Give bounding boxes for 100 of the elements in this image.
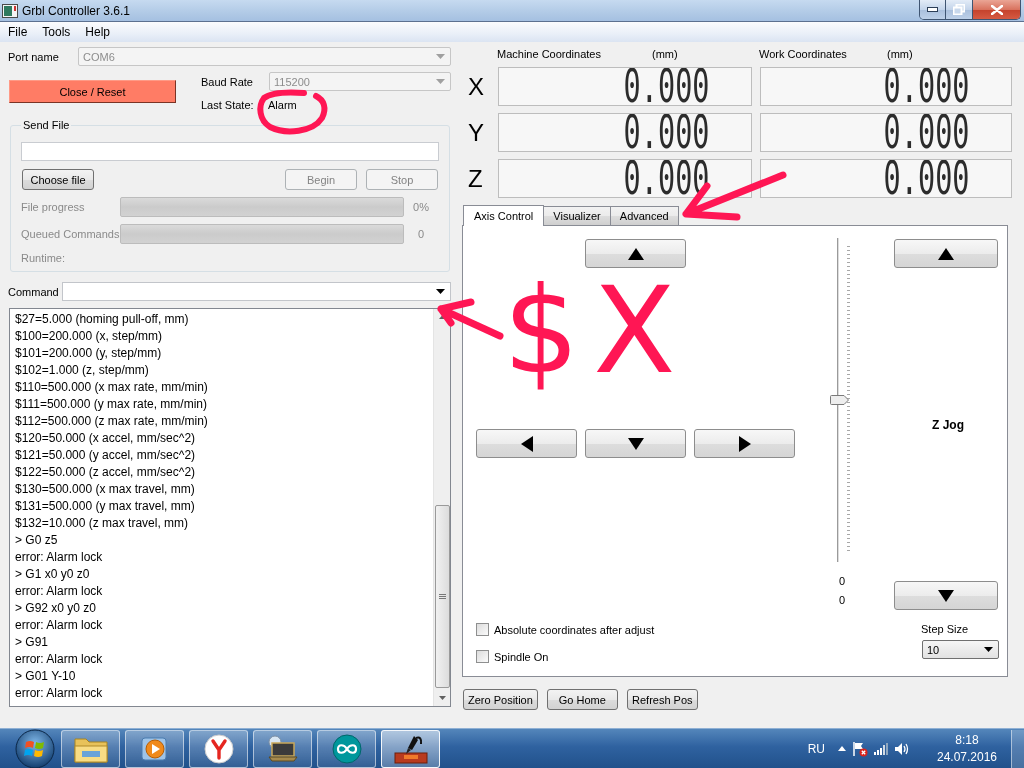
flag-x-icon[interactable]	[852, 740, 868, 757]
scrollbar[interactable]	[433, 309, 450, 706]
console-line: error: Alarm lock	[15, 549, 104, 566]
triangle-right-icon	[738, 435, 751, 452]
console-line: $130=500.000 (x max travel, mm)	[15, 481, 196, 498]
z-jog-label: Z Jog	[931, 417, 964, 432]
unit-label: (mm)	[652, 46, 678, 61]
machine-coordinate-display: 0.000	[498, 67, 752, 106]
jog-button[interactable]	[476, 429, 577, 458]
dropdown-arrow-icon	[436, 79, 445, 84]
z-reading: 0	[838, 574, 846, 589]
minimize-button[interactable]	[920, 0, 946, 19]
taskbar-button[interactable]	[317, 729, 376, 768]
step-size-select[interactable]: 10	[922, 640, 999, 659]
menu-item[interactable]: Help	[78, 24, 118, 40]
axis-label: Z	[467, 164, 484, 194]
progress-value: 0%	[412, 201, 430, 213]
checkbox-label: Absolute coordinates after adjust	[494, 622, 655, 637]
console-line: error: Alarm lock	[15, 651, 104, 668]
file-path-field[interactable]	[21, 142, 439, 161]
triangle-left-icon	[520, 435, 533, 452]
axis-label: X	[467, 72, 485, 102]
hand-drawn-arrow	[437, 298, 504, 340]
console-line: > G1 x0 y0 z0	[15, 566, 91, 583]
console-line: $122=50.000 (z accel, mm/sec^2)	[15, 464, 197, 481]
pen-on-block-icon	[393, 733, 428, 764]
close-reset-button[interactable]: Close / Reset	[9, 80, 176, 103]
console-line: $110=500.000 (x max rate, mm/min)	[15, 379, 209, 396]
dropdown-arrow-icon	[436, 289, 445, 294]
y-circle-icon	[203, 733, 234, 764]
minimize-icon	[927, 7, 938, 12]
close-button[interactable]	[973, 0, 1020, 19]
language-indicator[interactable]: RU	[807, 741, 825, 756]
show-desktop-button[interactable]	[1011, 729, 1024, 768]
console-line: $101=200.000 (y, step/mm)	[15, 345, 163, 362]
tab[interactable]: Advanced	[609, 206, 679, 225]
infinity-icon	[331, 733, 362, 764]
app-icon	[2, 2, 18, 19]
jog-button[interactable]	[585, 429, 686, 458]
console-line: error: Alarm lock	[15, 583, 104, 600]
command-label: Command	[8, 284, 60, 299]
coordinates-heading: Machine Coordinates	[497, 46, 602, 61]
console-line: error: Alarm lock	[15, 617, 104, 634]
jog-button[interactable]	[694, 429, 795, 458]
dropdown-arrow-icon	[984, 647, 993, 652]
laptop-icon	[265, 734, 300, 763]
console-line: $27=5.000 (homing pull-off, mm)	[15, 311, 190, 328]
port-label: Port name	[8, 49, 60, 64]
taskbar-button[interactable]	[189, 729, 248, 768]
close-icon	[990, 4, 1003, 15]
progress-value: 0	[416, 228, 426, 240]
step-size-label: Step Size	[921, 623, 970, 636]
triangle-up-icon[interactable]	[838, 746, 846, 751]
action-button[interactable]: Go Home	[546, 689, 618, 710]
play-icon	[139, 734, 170, 763]
console-line: $100=200.000 (x, step/mm)	[15, 328, 164, 345]
signal-bars-icon[interactable]	[874, 742, 888, 755]
console-line: $131=500.000 (y max travel, mm)	[15, 498, 196, 515]
runtime-label: Runtime:	[21, 251, 67, 265]
checkbox[interactable]	[476, 623, 489, 636]
work-coordinate-display: 0.000	[760, 159, 1012, 198]
slider-handle[interactable]	[830, 395, 849, 405]
console-line: $102=1.000 (z, step/mm)	[15, 362, 150, 379]
taskbar-button[interactable]	[253, 729, 312, 768]
progress-label: File progress	[21, 200, 86, 214]
console-line: > G01 Y-10	[15, 668, 77, 685]
scroll-thumb[interactable]	[434, 505, 450, 688]
console-line: > G91	[15, 634, 50, 651]
z-jog-button[interactable]	[894, 239, 998, 268]
console-line: error: Alarm lock	[15, 685, 104, 702]
action-button[interactable]: Zero Position	[463, 689, 538, 710]
checkbox[interactable]	[476, 650, 489, 663]
z-jog-button[interactable]	[894, 581, 998, 610]
triangle-up-icon	[627, 247, 644, 260]
action-button[interactable]: Refresh Pos	[626, 689, 698, 710]
command-field[interactable]	[62, 282, 451, 301]
z-reading: 0	[838, 593, 846, 608]
tab[interactable]: Axis Control	[463, 205, 545, 226]
clock-time[interactable]: 8:18	[955, 731, 979, 749]
triangle-down-icon	[938, 589, 954, 602]
axis-label: Y	[467, 118, 485, 148]
machine-coordinate-display: 0.000	[498, 159, 752, 198]
taskbar-button[interactable]	[381, 729, 440, 768]
scroll-up-icon[interactable]	[438, 315, 446, 319]
restore-button[interactable]	[946, 0, 973, 19]
clock-date[interactable]: 24.07.2016	[936, 748, 998, 766]
machine-coordinate-display: 0.000	[498, 113, 752, 152]
scroll-down-icon[interactable]	[438, 696, 446, 700]
file-button[interactable]: Choose file	[22, 169, 94, 190]
start-orb-icon[interactable]	[15, 728, 55, 768]
triangle-down-icon	[627, 437, 644, 450]
speaker-icon[interactable]	[894, 741, 910, 756]
console-line: $112=500.000 (z max rate, mm/min)	[15, 413, 209, 430]
handwritten-text: $X	[503, 261, 690, 400]
jog-button[interactable]	[585, 239, 686, 268]
restore-icon	[953, 4, 965, 15]
menu-item[interactable]: Tools	[35, 24, 78, 40]
console-line: $120=50.000 (x accel, mm/sec^2)	[15, 430, 197, 447]
tab[interactable]: Visualizer	[543, 206, 611, 225]
menu-item[interactable]: File	[1, 24, 35, 40]
